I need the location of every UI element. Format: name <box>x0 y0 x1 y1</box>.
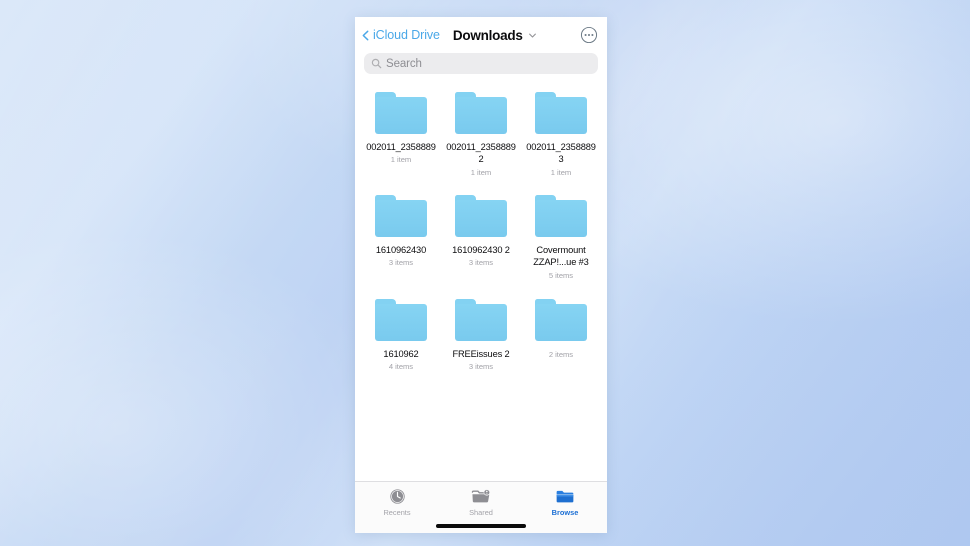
tab-label: Recents <box>383 508 411 517</box>
search-placeholder: Search <box>386 57 422 70</box>
file-grid-row: 1610962 4 items FREEissues 2 3 items 2 i… <box>355 298 607 372</box>
page-title: Downloads <box>452 27 523 43</box>
file-item-name: 002011_2358889 2 <box>446 142 516 165</box>
file-item[interactable]: FREEissues 2 3 items <box>444 298 518 372</box>
search-icon <box>371 58 382 69</box>
folder-person-icon <box>470 487 492 506</box>
file-item[interactable]: 1610962430 2 3 items <box>444 194 518 268</box>
folder-icon <box>375 194 427 237</box>
clock-icon <box>386 487 408 506</box>
file-item-count: 1 item <box>470 167 492 177</box>
folder-icon <box>375 298 427 341</box>
files-app-window: iCloud Drive Downloads Search 002011_235… <box>355 17 607 533</box>
file-item[interactable]: 002011_2358889 3 1 item <box>524 92 598 178</box>
folder-icon <box>535 194 587 237</box>
folder-icon <box>535 298 587 341</box>
file-item[interactable]: 1610962 4 items <box>364 298 438 372</box>
search-row: Search <box>355 53 607 74</box>
folder-icon <box>375 92 427 134</box>
file-item-count: 5 items <box>548 270 574 280</box>
file-item[interactable]: 002011_2358889 1 item <box>364 92 438 165</box>
file-item-name: 1610962 <box>383 348 419 359</box>
tab-label: Browse <box>551 508 579 517</box>
back-button[interactable]: iCloud Drive <box>360 28 440 42</box>
file-item-name: FREEissues 2 <box>452 348 510 359</box>
folder-icon <box>535 92 587 134</box>
file-item-count: 1 item <box>390 155 412 165</box>
tab-bar: Recents Shared Browse <box>355 481 607 533</box>
tab-recents[interactable]: Recents <box>355 487 439 517</box>
file-item[interactable]: 1610962430 3 items <box>364 194 438 268</box>
file-grid-row: 002011_2358889 1 item 002011_2358889 2 1… <box>355 92 607 178</box>
file-item-count: 4 items <box>388 362 414 372</box>
chevron-down-icon <box>528 33 536 38</box>
folder-icon <box>455 298 507 341</box>
tab-label: Shared <box>469 508 493 517</box>
folder-icon <box>455 194 507 237</box>
file-item[interactable]: Covermount ZZAP!...ue #3 5 items <box>524 194 598 281</box>
tab-shared[interactable]: Shared <box>439 487 523 517</box>
file-item-count: 3 items <box>388 258 414 268</box>
ellipsis-circle-icon[interactable] <box>580 26 598 44</box>
file-item-name: 002011_2358889 3 <box>526 142 596 165</box>
folder-title-dropdown[interactable]: Downloads <box>453 28 537 43</box>
file-item-count: 3 items <box>468 258 494 268</box>
file-grid: 002011_2358889 1 item 002011_2358889 2 1… <box>355 74 607 474</box>
file-item-count: 3 items <box>468 362 494 372</box>
file-item[interactable]: 2 items <box>524 298 598 360</box>
file-item-name: 1610962430 2 <box>452 244 510 255</box>
folder-filled-icon <box>554 487 576 506</box>
folder-icon <box>455 92 507 134</box>
home-indicator[interactable] <box>436 524 526 528</box>
navigation-bar: iCloud Drive Downloads <box>355 17 607 53</box>
file-item-name: 002011_2358889 <box>366 142 436 152</box>
file-item-name: Covermount ZZAP!...ue #3 <box>533 244 589 268</box>
file-item[interactable]: 002011_2358889 2 1 item <box>444 92 518 178</box>
file-grid-row: 1610962430 3 items 1610962430 2 3 items … <box>355 194 607 281</box>
search-input[interactable]: Search <box>364 53 598 74</box>
back-button-label: iCloud Drive <box>373 28 440 42</box>
tab-browse[interactable]: Browse <box>523 487 607 517</box>
chevron-left-icon <box>362 30 369 40</box>
file-item-name: 1610962430 <box>375 244 427 255</box>
file-item-count: 2 items <box>548 349 574 359</box>
file-item-count: 1 item <box>550 167 572 177</box>
